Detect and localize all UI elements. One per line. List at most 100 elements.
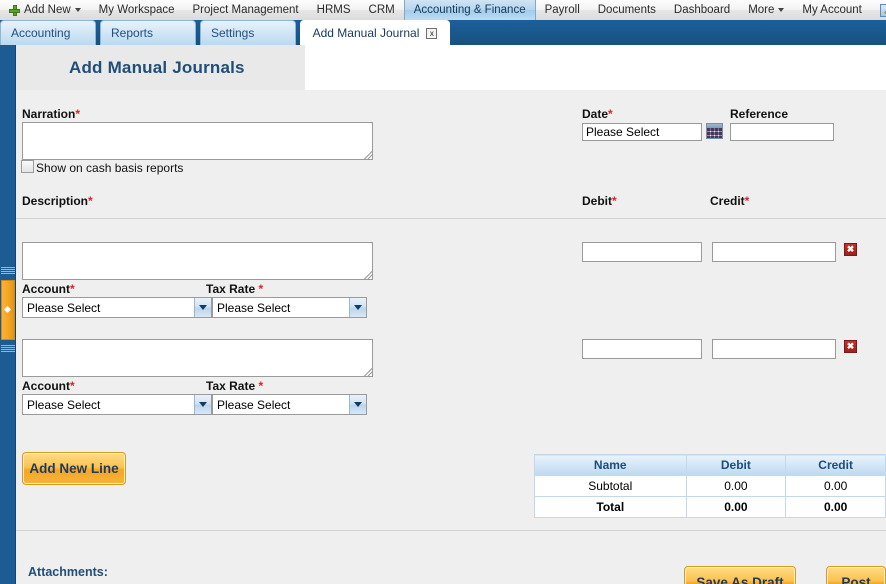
table-row-total: Total 0.00 0.00 — [534, 496, 886, 518]
nav-item-payroll[interactable]: Payroll — [536, 0, 589, 20]
app-window: Add New My Workspace Project Management … — [0, 0, 886, 584]
nav-label: My Workspace — [98, 4, 175, 16]
page-title-bar: Add Manual Journals — [16, 45, 886, 90]
show-on-cash-basis-label: Show on cash basis reports — [36, 161, 184, 175]
table-row-subtotal: Subtotal 0.00 0.00 — [534, 475, 886, 497]
required-marker: * — [744, 194, 750, 208]
nav-item-more[interactable]: More — [739, 0, 793, 20]
account-label: Account* — [22, 379, 75, 393]
tax-rate-label: Tax Rate * — [206, 282, 264, 296]
add-new-menu[interactable]: Add New — [0, 0, 90, 20]
post-button[interactable]: Post — [826, 566, 886, 584]
calendar-icon-grid — [707, 128, 722, 138]
nav-item-my-account[interactable]: My Account — [793, 0, 870, 20]
required-marker: * — [75, 107, 81, 121]
page-title: Add Manual Journals — [69, 58, 245, 77]
chevron-down-icon — [194, 395, 211, 414]
nav-item-crm[interactable]: CRM — [360, 0, 404, 20]
debit-label: Debit* — [582, 194, 617, 208]
add-new-line-button[interactable]: Add New Line — [22, 452, 126, 485]
scrollbar-grip-top — [1, 267, 15, 275]
image-edit-icon — [879, 3, 886, 17]
chevron-down-icon — [194, 298, 211, 317]
save-as-draft-button[interactable]: Save As Draft — [684, 566, 796, 584]
line-description-textarea[interactable] — [22, 339, 373, 377]
account-select-value: Please Select — [27, 397, 101, 412]
tax-rate-label: Tax Rate * — [206, 379, 264, 393]
calendar-icon[interactable] — [706, 123, 723, 139]
date-label: Date* — [582, 107, 613, 121]
tab-accounting[interactable]: Accounting — [0, 20, 96, 45]
tax-rate-select[interactable]: Please Select — [212, 394, 367, 415]
nav-item-dashboard[interactable]: Dashboard — [665, 0, 739, 20]
add-new-label: Add New — [24, 4, 71, 16]
page-vertical-scrollbar[interactable] — [0, 45, 16, 584]
narration-textarea[interactable] — [22, 122, 373, 160]
account-select[interactable]: Please Select — [22, 394, 212, 415]
module-tab-bar: Accounting Reports Settings Add Manual J… — [0, 20, 886, 45]
line-debit-input[interactable] — [582, 242, 702, 262]
chevron-down-icon — [349, 298, 366, 317]
narration-label: Narration* — [22, 107, 81, 121]
account-select[interactable]: Please Select — [22, 297, 212, 318]
nav-label: Payroll — [544, 4, 580, 16]
nav-label: My Account — [802, 4, 862, 16]
total-debit: 0.00 — [685, 496, 787, 518]
tab-label: Reports — [111, 26, 154, 40]
top-navigation-bar: Add New My Workspace Project Management … — [0, 0, 886, 21]
delete-line-icon[interactable]: ✖ — [844, 340, 857, 353]
nav-label: Accounting & Finance — [413, 4, 526, 16]
subtotal-name: Subtotal — [534, 475, 687, 497]
required-marker: * — [608, 107, 613, 121]
show-on-cash-basis-checkbox[interactable] — [21, 160, 34, 173]
reference-label: Reference — [730, 107, 789, 121]
nav-label: HRMS — [316, 4, 351, 16]
required-marker: * — [88, 194, 93, 208]
table-header-row: Name Debit Credit — [534, 454, 886, 476]
reference-input[interactable] — [730, 123, 834, 141]
tax-rate-select-value: Please Select — [217, 397, 291, 412]
date-input[interactable] — [582, 123, 702, 141]
nav-label: Project Management — [192, 4, 299, 16]
subtotal-credit: 0.00 — [785, 475, 886, 497]
nav-label: Documents — [597, 4, 656, 16]
nav-item-documents[interactable]: Documents — [589, 0, 665, 20]
tab-label: Accounting — [11, 26, 71, 40]
required-marker: * — [612, 194, 617, 208]
chevron-down-icon — [778, 8, 785, 12]
line-credit-input[interactable] — [712, 339, 836, 359]
description-label: Description* — [22, 194, 93, 208]
line-debit-input[interactable] — [582, 339, 702, 359]
account-label: Account* — [22, 282, 75, 296]
required-marker: * — [258, 282, 264, 296]
total-name: Total — [534, 496, 687, 518]
line-description-textarea[interactable] — [22, 242, 373, 280]
required-marker: * — [70, 379, 75, 393]
nav-item-accounting-and-finance[interactable]: Accounting & Finance — [403, 0, 536, 20]
tab-reports[interactable]: Reports — [100, 20, 196, 45]
attachments-label: Attachments: — [28, 565, 108, 579]
close-icon[interactable]: x — [426, 27, 438, 39]
nav-item-hrms[interactable]: HRMS — [308, 0, 360, 20]
scrollbar-grip-bottom — [1, 345, 15, 353]
total-credit: 0.00 — [785, 496, 886, 518]
required-marker: * — [258, 379, 264, 393]
nav-item-project-management[interactable]: Project Management — [184, 0, 308, 20]
chevron-down-icon — [74, 8, 81, 12]
table-header-name: Name — [534, 454, 687, 476]
account-select-value: Please Select — [27, 300, 101, 315]
form-body: Narration* Date* Reference Show on cash … — [16, 90, 886, 584]
line-credit-input[interactable] — [712, 242, 836, 262]
plus-icon — [9, 4, 20, 16]
delete-line-icon[interactable]: ✖ — [844, 243, 857, 256]
nav-label: Dashboard — [673, 4, 731, 16]
nav-item-my-workspace[interactable]: My Workspace — [90, 0, 184, 20]
table-header-credit: Credit — [785, 454, 886, 476]
tax-rate-select[interactable]: Please Select — [212, 297, 367, 318]
image-edit-icon-button[interactable] — [871, 0, 886, 20]
totals-table: Name Debit Credit Subtotal 0.00 0.00 Tot… — [534, 454, 886, 518]
tab-label: Settings — [211, 26, 255, 40]
tab-settings[interactable]: Settings — [200, 20, 296, 45]
tab-add-manual-journal[interactable]: Add Manual Journal x — [300, 20, 450, 45]
table-header-debit: Debit — [685, 454, 787, 476]
